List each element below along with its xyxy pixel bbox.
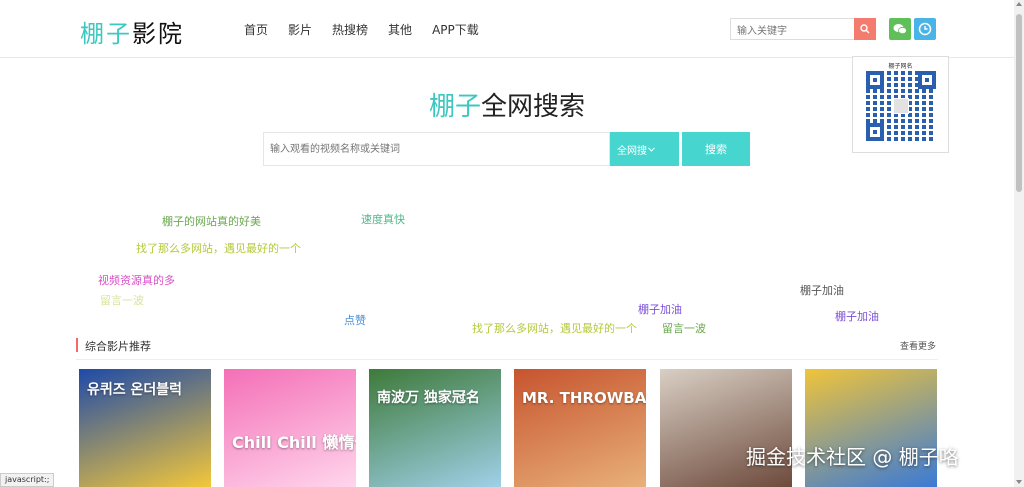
wechat-button[interactable] xyxy=(889,18,911,40)
qr-caption: 棚子网名 xyxy=(888,63,913,70)
nav-other[interactable]: 其他 xyxy=(388,21,412,38)
status-bar-url: javascript:; xyxy=(0,473,55,487)
logo-part-2: 影院 xyxy=(132,20,184,48)
hero-title-highlight: 棚子 xyxy=(428,92,481,122)
site-logo[interactable]: 棚子影院 xyxy=(80,14,184,49)
hero-title-rest: 全网搜索 xyxy=(481,92,586,122)
poster-title: MR. THROWBACK xyxy=(522,389,646,407)
danmaku-comment: 棚子加油 xyxy=(800,284,844,297)
site-header: 棚子影院 首页 影片 热搜榜 其他 APP下载 xyxy=(0,0,1014,58)
poster-title: 南波万 独家冠名 xyxy=(377,390,480,406)
danmaku-comment: 找了那么多网站，遇见最好的一个 xyxy=(136,242,301,255)
wechat-icon xyxy=(893,24,907,35)
danmaku-comment: 留言一波 xyxy=(100,294,144,307)
chevron-down-icon xyxy=(648,146,655,152)
nav-movies[interactable]: 影片 xyxy=(288,21,312,38)
scroll-down-arrow[interactable] xyxy=(1016,480,1022,484)
hero-title: 棚子全网搜索 xyxy=(0,86,1014,123)
movie-poster[interactable]: Chill Chill 懒惰长 xyxy=(224,369,356,487)
clock-icon xyxy=(918,22,932,36)
danmaku-comment: 速度真快 xyxy=(361,213,405,226)
nav-app-download[interactable]: APP下载 xyxy=(432,21,479,38)
watermark-text: 掘金技术社区 @ 棚子咯 xyxy=(746,445,959,469)
main-search-button[interactable]: 搜索 xyxy=(682,132,750,166)
page-scrollbar[interactable] xyxy=(1014,0,1024,487)
search-scope-select[interactable]: 全网搜 xyxy=(610,132,679,166)
movie-poster[interactable]: MR. THROWBACK xyxy=(514,369,646,487)
search-icon xyxy=(860,24,870,34)
header-search-input[interactable] xyxy=(731,21,853,42)
section-more-link[interactable]: 查看更多 xyxy=(900,339,936,352)
danmaku-comment: 找了那么多网站，遇见最好的一个 xyxy=(472,322,637,335)
movie-poster[interactable]: 南波万 独家冠名 xyxy=(369,369,501,487)
nav-hot-search[interactable]: 热搜榜 xyxy=(332,21,368,38)
danmaku-comment: 点赞 xyxy=(344,314,366,327)
main-nav: 首页 影片 热搜榜 其他 APP下载 xyxy=(244,21,499,38)
logo-part-1: 棚子 xyxy=(80,20,132,48)
danmaku-comment: 留言一波 xyxy=(662,322,706,335)
section-title: 综合影片推荐 xyxy=(85,340,151,353)
danmaku-comment: 视频资源真的多 xyxy=(98,274,175,287)
scroll-thumb[interactable] xyxy=(1016,14,1022,192)
main-search xyxy=(263,132,610,166)
poster-title: Chill Chill 懒惰长 xyxy=(232,433,356,452)
danmaku-comment: 棚子的网站真的好美 xyxy=(162,215,261,228)
section-accent-bar xyxy=(76,338,78,352)
section-divider xyxy=(76,359,938,360)
search-scope-label: 全网搜 xyxy=(617,145,647,157)
header-search xyxy=(730,18,876,42)
danmaku-comment: 棚子加油 xyxy=(638,303,682,316)
movie-poster[interactable]: 유퀴즈 온더블럭 xyxy=(79,369,211,487)
poster-title: 유퀴즈 온더블럭 xyxy=(87,382,183,398)
danmaku-comment: 棚子加油 xyxy=(835,310,879,323)
header-search-button[interactable] xyxy=(854,18,876,40)
scroll-up-arrow[interactable] xyxy=(1016,2,1022,6)
history-button[interactable] xyxy=(914,18,936,40)
main-search-input[interactable] xyxy=(264,133,609,165)
nav-home[interactable]: 首页 xyxy=(244,21,268,38)
